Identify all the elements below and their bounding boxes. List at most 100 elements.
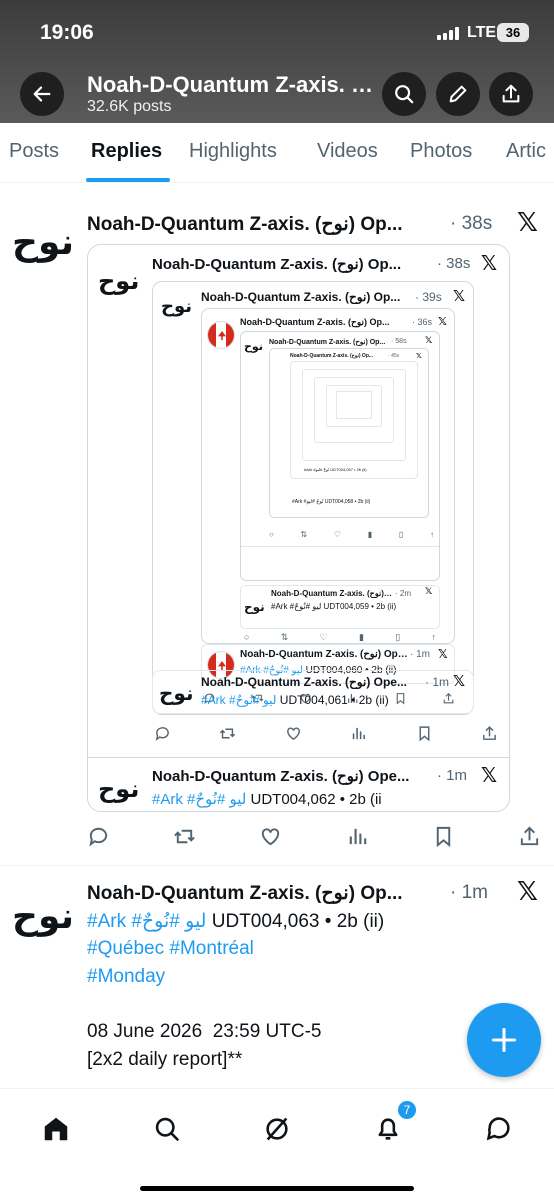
compose-button[interactable] [467, 1003, 541, 1077]
avatar: نوح [98, 775, 140, 803]
reply-icon[interactable] [154, 725, 171, 742]
hashtags[interactable]: #Québec #Montréal [87, 938, 254, 960]
quoted-post[interactable]: نوح Noah-D-Quantum Z-axis. (نوح) Op... ·… [87, 244, 510, 812]
quoted-post: Noah-D-Quantum Z-axis. (نوح) Op... · 45s… [269, 348, 429, 518]
quoted-time-value: 1m [432, 675, 450, 689]
post[interactable]: نوح Noah-D-Quantum Z-axis. (نوح) Op... ·… [0, 190, 554, 866]
post-text: #Ark #ليو #نُوحٌ UDT004,063 • 2b (ii) [87, 910, 384, 933]
quoted-time: · 39s [415, 290, 442, 304]
repost-icon[interactable] [173, 825, 196, 848]
tab-posts[interactable]: Posts [9, 140, 59, 163]
avatar: نوح [98, 267, 140, 295]
views-icon[interactable] [350, 725, 367, 742]
share-button[interactable] [489, 72, 533, 116]
tab-articles[interactable]: Artic [506, 140, 546, 163]
quoted-post: Noah-D-Quantum Z-axis. (نوح) Op... · 36s… [201, 308, 455, 644]
post-author-name[interactable]: Noah-D-Quantum Z-axis. (نوح) Op... [87, 213, 447, 236]
post-report-text: [2x2 daily report]** [87, 1049, 243, 1070]
x-logo-icon: 𝕏 [438, 647, 448, 661]
status-time: 19:06 [40, 21, 94, 44]
edit-button[interactable] [436, 72, 480, 116]
post-author-name[interactable]: Noah-D-Quantum Z-axis. (نوح) Op... [87, 882, 447, 905]
views-icon[interactable] [346, 825, 369, 848]
quoted-time-value: 58s [395, 338, 407, 345]
reply-icon[interactable] [87, 825, 110, 848]
tab-photos[interactable]: Photos [410, 140, 472, 163]
hashtags[interactable]: #Monday [87, 966, 165, 988]
avatar: نوح [244, 340, 263, 353]
search-icon [155, 1117, 179, 1141]
tab-videos[interactable]: Videos [317, 140, 378, 163]
post-time: · 38s [450, 213, 493, 234]
reply-icon: ○ [244, 632, 250, 642]
hashtags[interactable]: #Ark #ليو #نُوحٌ [87, 911, 206, 932]
notifications-icon [378, 1118, 398, 1140]
quoted-time-value: 39s [422, 290, 442, 304]
x-logo-icon: 𝕏 [453, 287, 466, 305]
like-icon: ♡ [333, 529, 342, 539]
post-text-body: UDT004,063 • 2b (ii) [206, 911, 385, 932]
battery-icon: 36 [497, 23, 529, 42]
like-icon[interactable] [285, 725, 302, 742]
repost-icon: ⇅ [280, 631, 289, 642]
bookmark-icon[interactable] [432, 825, 455, 848]
reply-icon: ○ [269, 529, 274, 539]
avatar[interactable]: نوح [12, 222, 74, 263]
share-icon[interactable] [481, 725, 498, 742]
back-button[interactable] [20, 72, 64, 116]
tab-highlights[interactable]: Highlights [189, 140, 277, 163]
post-time-value: 1m [461, 882, 489, 903]
bookmark-icon[interactable] [416, 725, 433, 742]
quoted-post: نوح Noah-D-Quantum Z-axis. (نوح) Ope... … [152, 670, 474, 714]
profile-header: 19:06 LTE 36 Noah-D-Quantum Z-axis. (نوح… [0, 0, 554, 123]
hashtags: #Ark #ليو #نُوحٌ [152, 791, 247, 808]
avatar: نوح [159, 681, 194, 705]
nav-home[interactable] [34, 1107, 78, 1151]
x-logo-icon: 𝕏 [453, 672, 466, 690]
profile-title: Noah-D-Quantum Z-axis. (نوح) Op [87, 72, 377, 97]
quoted-author-name: Noah-D-Quantum Z-axis. (نوح) Ope... [152, 768, 410, 785]
like-icon[interactable] [259, 825, 282, 848]
quoted-author-name: Noah-D-Quantum Z-axis. (نوح) Op... [152, 256, 402, 273]
x-logo-icon: 𝕏 [425, 587, 433, 597]
quoted-time: · 38s [437, 255, 471, 272]
x-logo-icon: 𝕏 [481, 251, 498, 275]
tiny-post-text: #Ark #نُوحٌ #ليو UDT004,057 • 2b (ii) [304, 467, 367, 472]
x-logo-icon: 𝕏 [438, 315, 447, 328]
profile-tabs: Posts Replies Highlights Videos Photos A… [0, 123, 554, 183]
bottom-nav [0, 1088, 554, 1200]
quoted-time: · 1m [425, 675, 450, 689]
posts-count: 32.6K posts [87, 98, 172, 115]
nav-search[interactable] [145, 1107, 189, 1151]
back-arrow-icon [33, 86, 51, 102]
quoted-post: نوح Noah-D-Quantum Z-axis. (نوح) Op... ·… [240, 331, 440, 581]
tab-replies[interactable]: Replies [91, 140, 162, 163]
quoted-time-value: 2m [399, 589, 412, 598]
search-icon [395, 85, 414, 104]
repost-icon: ⇅ [300, 529, 308, 539]
repost-icon[interactable] [219, 725, 236, 742]
network-label: LTE [467, 24, 497, 41]
search-button[interactable] [382, 72, 426, 116]
action-bar: ○ ⇅ ♡ ▮ ▯ ↑ [269, 528, 434, 540]
quoted-author-name: Noah-D-Quantum Z-axis. (نوح) Ope... [240, 649, 408, 660]
quoted-author-name: Noah-D-Quantum Z-axis. (نوح) Op... [269, 339, 386, 346]
quoted-author-name: Noah-D-Quantum Z-axis. (نوح) Op... [240, 317, 390, 327]
avatar[interactable]: نوح [12, 896, 74, 937]
quoted-time-value: 1m [416, 649, 431, 660]
x-logo-icon: 𝕏 [517, 208, 538, 238]
share-icon [502, 84, 520, 103]
grok-icon [266, 1117, 288, 1141]
bookmark-icon: ▯ [398, 529, 404, 539]
quoted-time: · 1m [437, 767, 468, 784]
share-icon[interactable] [518, 825, 541, 848]
quoted-author-name: Noah-D-Quantum Z-axis. (نوح) O... [271, 589, 393, 598]
post-text-body: UDT004,061 • 2b (ii) [276, 693, 389, 707]
post-date-text: 08 June 2026 23:59 UTC-5 [87, 1021, 322, 1042]
post-text: #Ark #ليو #نُوحٌ UDT004,059 • 2b (ii) [271, 602, 397, 611]
nav-messages[interactable] [477, 1107, 521, 1151]
x-logo-icon: 𝕏 [416, 352, 422, 360]
home-indicator [140, 1186, 414, 1191]
nav-grok[interactable] [255, 1107, 299, 1151]
quoted-time: · 2m [395, 589, 412, 598]
